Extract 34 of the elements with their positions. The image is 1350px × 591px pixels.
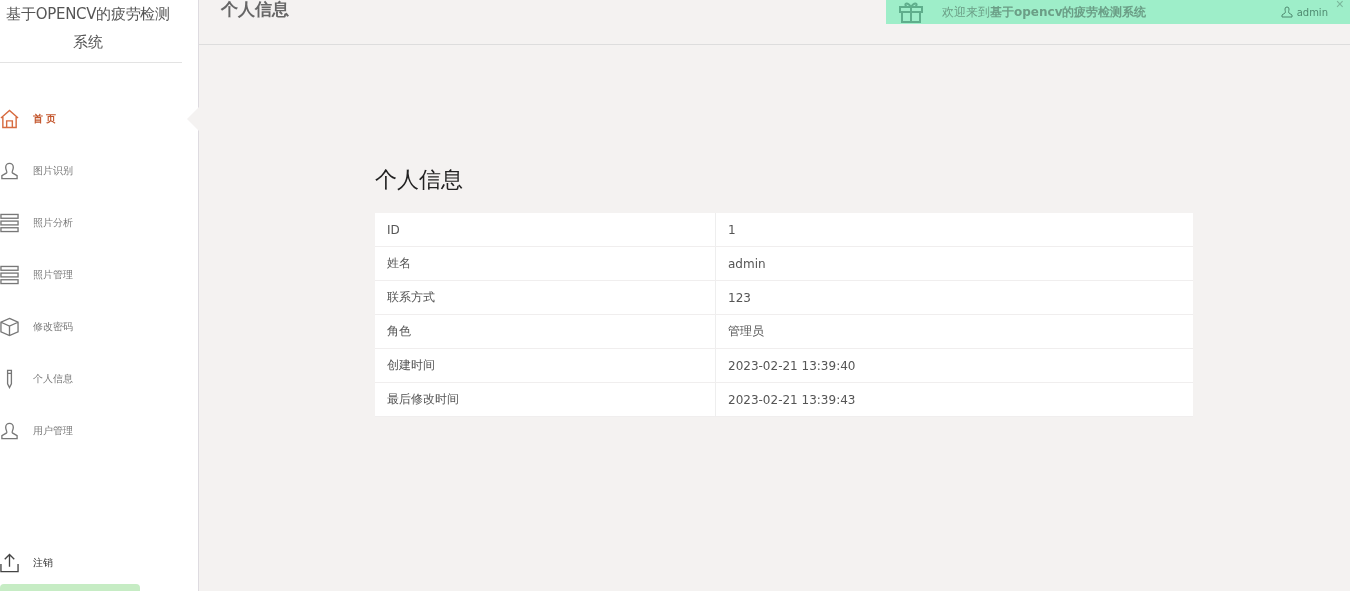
nav-item[interactable]: 用户管理	[0, 405, 198, 457]
field-label: 联系方式	[375, 280, 716, 315]
person-icon	[0, 161, 19, 181]
nav-item[interactable]: 首 页	[0, 93, 198, 145]
home-icon	[0, 109, 19, 129]
field-value: 2023-02-21 13:39:43	[715, 382, 1193, 417]
nav-item[interactable]: 照片分析	[0, 197, 198, 249]
page-title: 个人信息	[221, 0, 289, 21]
field-value: 2023-02-21 13:39:40	[715, 348, 1193, 383]
box-icon	[0, 317, 19, 337]
nav-item[interactable]: 个人信息	[0, 353, 198, 405]
section-heading: 个人信息	[375, 166, 464, 194]
field-label: 最后修改时间	[375, 382, 716, 417]
field-label: ID	[375, 213, 716, 247]
field-value: admin	[715, 246, 1193, 281]
nav-item[interactable]: 照片管理	[0, 249, 198, 301]
person-icon	[1280, 6, 1293, 18]
list-icon	[0, 265, 19, 285]
app-title: 基于OPENCV的疲劳检测系统	[5, 4, 171, 53]
welcome-text: 欢迎来到基于opencv的疲劳检测系统	[942, 3, 1147, 21]
field-value: 管理员	[715, 314, 1193, 349]
user-menu[interactable]: admin	[1280, 6, 1328, 18]
person-icon	[0, 421, 19, 441]
list-icon	[0, 213, 19, 233]
field-label: 姓名	[375, 246, 716, 281]
nav-item[interactable]: 修改密码	[0, 301, 198, 353]
field-label: 角色	[375, 314, 716, 349]
gift-icon	[898, 1, 924, 23]
field-value: 1	[715, 213, 1193, 247]
logout-link[interactable]: 注销	[0, 537, 198, 589]
upload-icon	[0, 553, 19, 573]
nav-item[interactable]: 图片识别	[0, 145, 198, 197]
field-value: 123	[715, 280, 1193, 315]
field-label: 创建时间	[375, 348, 716, 383]
